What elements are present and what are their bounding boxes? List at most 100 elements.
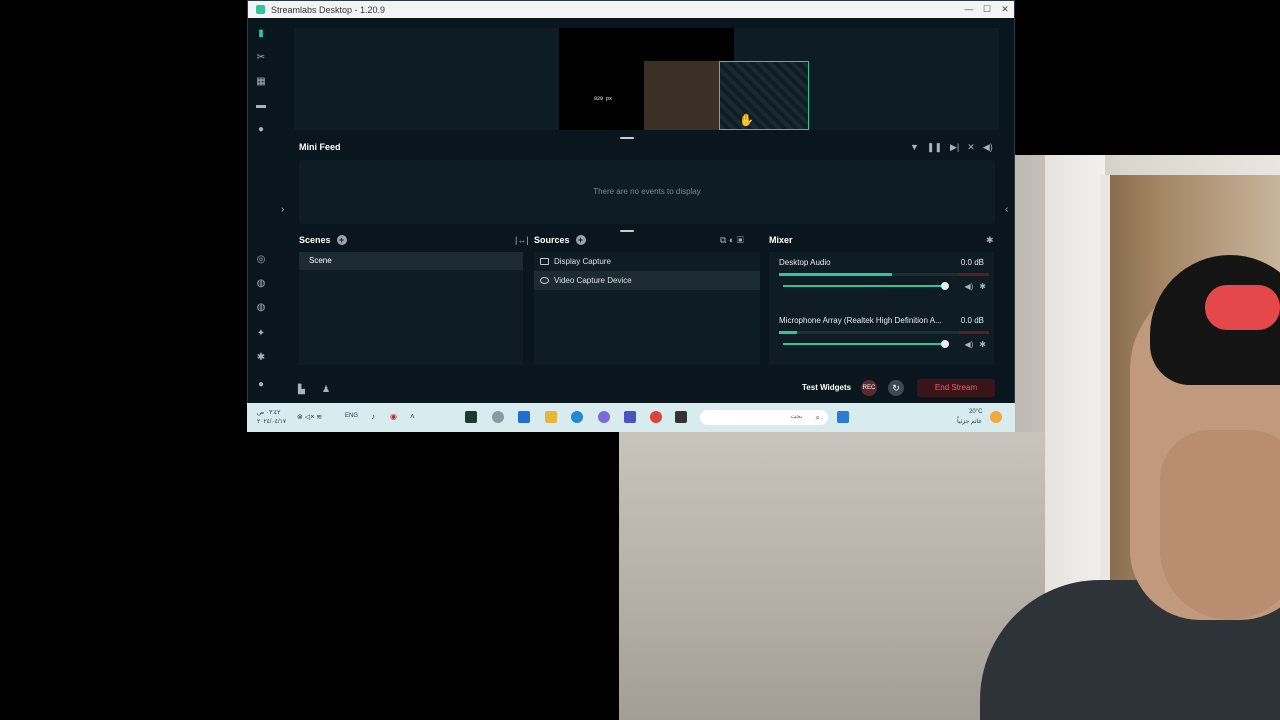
sparkle-icon[interactable]: ✦ (256, 329, 266, 339)
close-button[interactable]: ✕ (996, 4, 1014, 15)
sources-title: Sources (534, 235, 570, 245)
speaker-icon[interactable]: ◀) (964, 282, 973, 291)
stream-preview[interactable]: 929 px ✋ (294, 28, 999, 130)
themes-icon[interactable]: ✂ (256, 53, 266, 63)
copilot-taskbar-icon[interactable] (598, 411, 610, 423)
app-window: Streamlabs Desktop - 1.20.9 — ☐ ✕ ▮ ✂ ▦ … (247, 0, 1015, 403)
minifeed-empty-text: There are no events to display (593, 187, 701, 196)
resize-handle-top[interactable] (620, 137, 634, 139)
channel-name: Desktop Audio (779, 258, 831, 267)
expand-right-icon[interactable]: ‹ (1005, 204, 1008, 215)
minimize-button[interactable]: — (960, 4, 978, 15)
record-tray-icon[interactable]: ◉ (390, 412, 397, 421)
pause-icon[interactable]: ❚❚ (927, 142, 942, 153)
volume-slider[interactable] (783, 340, 949, 348)
minifeed-panel: There are no events to display (299, 160, 995, 224)
source-item-selected[interactable]: Video Capture Device (534, 271, 760, 290)
performance-icon[interactable]: ▙ (298, 384, 305, 395)
scene-transition-icon[interactable]: |↔| (515, 235, 529, 245)
language-indicator[interactable]: ENG (345, 413, 358, 419)
webcam-door (1045, 155, 1105, 625)
alertbox-icon[interactable]: ◎ (256, 255, 266, 265)
notifications-icon[interactable]: ♟ (322, 384, 330, 395)
chrome-taskbar-icon[interactable] (650, 411, 662, 423)
volume-slider-knob[interactable] (941, 340, 949, 348)
preview-size-label: 929 px (594, 96, 613, 102)
source-item-label: Display Capture (554, 257, 611, 266)
add-source-button[interactable]: + (575, 235, 586, 245)
windows-start-icon[interactable] (837, 411, 849, 423)
mixer-header: Mixer (769, 235, 793, 245)
speaker-icon[interactable]: ◀) (964, 340, 973, 349)
store-icon[interactable]: ▦ (256, 77, 266, 87)
source-item-label: Video Capture Device (554, 276, 632, 285)
source-item[interactable]: Display Capture (534, 252, 760, 271)
search-placeholder: بحث (790, 414, 802, 420)
left-nav: ▮ ✂ ▦ ▬ ● ◎ ◍ ◍ ✦ ✱ ● (248, 18, 274, 403)
chevron-up-icon[interactable]: ˄ (410, 412, 415, 421)
gear-icon[interactable]: ✱ (979, 340, 986, 349)
search-icon: ⌕ (815, 413, 820, 422)
volume-meter-fill (779, 331, 798, 334)
webcam-cap-logo (1205, 285, 1280, 330)
scene-item[interactable]: Scene (299, 252, 523, 270)
weather-text[interactable]: غائم جزئياً (957, 418, 982, 425)
hand-cursor-icon: ✋ (739, 113, 754, 127)
teams-taskbar-icon[interactable] (624, 411, 636, 423)
mute-alerts-icon[interactable]: ✕ (967, 142, 975, 153)
volume-meter (779, 273, 989, 276)
record-button[interactable]: REC (861, 380, 877, 396)
expand-left-icon[interactable]: › (281, 204, 284, 215)
test-widgets-button[interactable]: Test Widgets (802, 383, 851, 392)
add-scene-button[interactable]: + (336, 235, 347, 245)
screen: Streamlabs Desktop - 1.20.9 — ☐ ✕ ▮ ✂ ▦ … (0, 0, 1280, 720)
taskbar-search[interactable]: بحث ⌕ (700, 410, 828, 425)
tray-icons[interactable]: ⊗ ◁× ≋ (297, 413, 322, 421)
filter-icon[interactable]: ▼ (910, 142, 919, 153)
app-logo-icon (256, 5, 265, 14)
webcam-person-face (1160, 430, 1280, 620)
window-title: Streamlabs Desktop - 1.20.9 (271, 4, 386, 15)
preview-selection-box[interactable] (719, 61, 809, 130)
clock-date: ٢٠٢٤/٠٤/١٧ (257, 419, 287, 425)
volume-slider[interactable] (783, 282, 949, 290)
taskbar: ٠٣:٤٢ ص ٢٠٢٤/٠٤/١٧ ⊗ ◁× ≋ ENG ♪ ◉ ˄ بحث … (247, 403, 1015, 432)
gear-icon[interactable]: ✱ (979, 282, 986, 291)
weather-temp[interactable]: 20°C (969, 409, 982, 415)
maximize-button[interactable]: ☐ (978, 4, 996, 15)
scenes-list: Scene (299, 252, 523, 365)
replay-buffer-icon[interactable]: ↻ (888, 380, 904, 396)
highlighter-icon[interactable]: ▬ (256, 101, 266, 111)
mic-icon[interactable]: ♪ (371, 412, 375, 421)
monitor-icon (540, 258, 549, 265)
editor-icon[interactable]: ▮ (256, 29, 266, 39)
volume-meter-peak-zone (959, 331, 989, 334)
source-tools-icons[interactable]: ⧉ ◐ ▣ (720, 235, 744, 246)
footer-bar: ▙ ♟ Test Widgets REC ↻ End Stream (274, 373, 1014, 403)
end-stream-button[interactable]: End Stream (917, 379, 995, 397)
weather-icon[interactable] (990, 411, 1002, 423)
app-taskbar-icon[interactable] (675, 411, 687, 423)
skip-icon[interactable]: ▶| (950, 142, 959, 153)
scenes-title: Scenes (299, 235, 331, 245)
settings-icon[interactable]: ✱ (256, 353, 266, 363)
profile-icon[interactable]: ● (256, 380, 266, 390)
streamlabs-taskbar-icon[interactable] (465, 411, 477, 423)
apps-icon[interactable]: ◍ (256, 303, 266, 313)
sources-header: Sources + (534, 235, 586, 245)
clock-time: ٠٣:٤٢ ص (257, 410, 281, 416)
mixer-settings-icon[interactable]: ✱ (986, 235, 994, 246)
resize-handle-middle[interactable] (620, 230, 634, 232)
volume-icon[interactable]: ◀) (983, 142, 993, 153)
widgets-icon[interactable]: ◍ (256, 279, 266, 289)
volume-meter (779, 331, 989, 334)
settings-taskbar-icon[interactable] (492, 411, 504, 423)
mail-taskbar-icon[interactable] (518, 411, 530, 423)
files-taskbar-icon[interactable] (545, 411, 557, 423)
volume-slider-knob[interactable] (941, 282, 949, 290)
record-icon[interactable]: ● (256, 125, 266, 135)
minifeed-title: Mini Feed (299, 142, 341, 152)
edge-taskbar-icon[interactable] (571, 411, 583, 423)
scenes-header: Scenes + (299, 235, 347, 245)
sources-list: Display Capture Video Capture Device (534, 252, 760, 365)
